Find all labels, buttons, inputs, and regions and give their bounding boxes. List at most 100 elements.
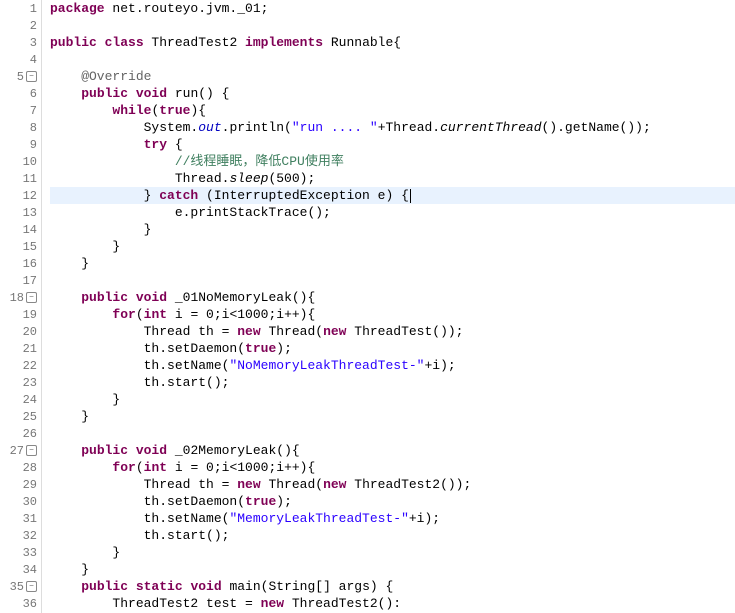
- line-number: 31: [15, 512, 37, 526]
- line-number: 5: [2, 70, 24, 84]
- line-number: 13: [15, 206, 37, 220]
- gutter-row: 29: [0, 476, 41, 493]
- code-line[interactable]: public void _02MemoryLeak(){: [50, 442, 735, 459]
- line-number: 12: [15, 189, 37, 203]
- code-line[interactable]: while(true){: [50, 102, 735, 119]
- line-number: 17: [15, 274, 37, 288]
- code-line[interactable]: package net.routeyo.jvm._01;: [50, 0, 735, 17]
- line-number: 23: [15, 376, 37, 390]
- gutter-row: 12: [0, 187, 41, 204]
- line-number: 15: [15, 240, 37, 254]
- line-number: 3: [15, 36, 37, 50]
- line-number: 28: [15, 461, 37, 475]
- line-number: 20: [15, 325, 37, 339]
- gutter-row: 6: [0, 85, 41, 102]
- code-line[interactable]: [50, 51, 735, 68]
- gutter-row: 4: [0, 51, 41, 68]
- line-number: 24: [15, 393, 37, 407]
- code-line[interactable]: }: [50, 561, 735, 578]
- gutter-row: 26: [0, 425, 41, 442]
- gutter-row: 27−: [0, 442, 41, 459]
- text-cursor-icon: [410, 189, 411, 203]
- line-number: 29: [15, 478, 37, 492]
- code-editor[interactable]: package net.routeyo.jvm._01; public clas…: [42, 0, 735, 613]
- gutter-row: 11: [0, 170, 41, 187]
- code-line[interactable]: Thread th = new Thread(new ThreadTest())…: [50, 323, 735, 340]
- line-number: 30: [15, 495, 37, 509]
- gutter-row: 22: [0, 357, 41, 374]
- line-number: 19: [15, 308, 37, 322]
- gutter-row: 13: [0, 204, 41, 221]
- code-line[interactable]: public class ThreadTest2 implements Runn…: [50, 34, 735, 51]
- line-number: 1: [15, 2, 37, 16]
- code-line[interactable]: ThreadTest2 test = new ThreadTest2():: [50, 595, 735, 612]
- fold-minus-icon[interactable]: −: [26, 292, 37, 303]
- code-line[interactable]: }: [50, 238, 735, 255]
- code-line[interactable]: //线程睡眠，降低CPU使用率: [50, 153, 735, 170]
- code-line-active[interactable]: } catch (InterruptedException e) {: [50, 187, 735, 204]
- gutter-row: 23: [0, 374, 41, 391]
- code-line[interactable]: public void _01NoMemoryLeak(){: [50, 289, 735, 306]
- gutter-row: 33: [0, 544, 41, 561]
- code-line[interactable]: for(int i = 0;i<1000;i++){: [50, 459, 735, 476]
- line-number: 7: [15, 104, 37, 118]
- gutter-row: 19: [0, 306, 41, 323]
- fold-minus-icon[interactable]: −: [26, 71, 37, 82]
- gutter-row: 10: [0, 153, 41, 170]
- code-line[interactable]: e.printStackTrace();: [50, 204, 735, 221]
- code-line[interactable]: for(int i = 0;i<1000;i++){: [50, 306, 735, 323]
- line-number: 25: [15, 410, 37, 424]
- gutter-row: 3: [0, 34, 41, 51]
- gutter-row: 17: [0, 272, 41, 289]
- gutter-row: 34: [0, 561, 41, 578]
- code-line[interactable]: System.out.println("run .... "+Thread.cu…: [50, 119, 735, 136]
- line-number: 10: [15, 155, 37, 169]
- code-line[interactable]: public static void main(String[] args) {: [50, 578, 735, 595]
- code-line[interactable]: [50, 272, 735, 289]
- gutter-row: 30: [0, 493, 41, 510]
- code-line[interactable]: }: [50, 391, 735, 408]
- line-number: 21: [15, 342, 37, 356]
- code-line[interactable]: th.setName("MemoryLeakThreadTest-"+i);: [50, 510, 735, 527]
- gutter-row: 31: [0, 510, 41, 527]
- code-line[interactable]: try {: [50, 136, 735, 153]
- line-number: 14: [15, 223, 37, 237]
- gutter-row: 36: [0, 595, 41, 612]
- fold-minus-icon[interactable]: −: [26, 445, 37, 456]
- gutter-row: 1: [0, 0, 41, 17]
- line-number: 2: [15, 19, 37, 33]
- line-number: 33: [15, 546, 37, 560]
- line-number: 36: [15, 597, 37, 611]
- code-line[interactable]: @Override: [50, 68, 735, 85]
- code-line[interactable]: th.start();: [50, 374, 735, 391]
- line-number-gutter: 1 2 3 4 5− 6 7 8 9 10 11 12 13 14 15 16 …: [0, 0, 42, 613]
- fold-minus-icon[interactable]: −: [26, 581, 37, 592]
- code-line[interactable]: th.start();: [50, 527, 735, 544]
- gutter-row: 16: [0, 255, 41, 272]
- code-line[interactable]: }: [50, 408, 735, 425]
- gutter-row: 24: [0, 391, 41, 408]
- gutter-row: 35−: [0, 578, 41, 595]
- code-line[interactable]: Thread.sleep(500);: [50, 170, 735, 187]
- line-number: 26: [15, 427, 37, 441]
- gutter-row: 7: [0, 102, 41, 119]
- code-line[interactable]: }: [50, 221, 735, 238]
- line-number: 4: [15, 53, 37, 67]
- line-number: 9: [15, 138, 37, 152]
- code-line[interactable]: [50, 425, 735, 442]
- line-number: 18: [2, 291, 24, 305]
- code-line[interactable]: }: [50, 255, 735, 272]
- code-line[interactable]: th.setDaemon(true);: [50, 340, 735, 357]
- code-line[interactable]: }: [50, 544, 735, 561]
- code-line[interactable]: Thread th = new Thread(new ThreadTest2()…: [50, 476, 735, 493]
- gutter-row: 9: [0, 136, 41, 153]
- code-line[interactable]: public void run() {: [50, 85, 735, 102]
- line-number: 8: [15, 121, 37, 135]
- code-line[interactable]: th.setName("NoMemoryLeakThreadTest-"+i);: [50, 357, 735, 374]
- code-line[interactable]: th.setDaemon(true);: [50, 493, 735, 510]
- code-line[interactable]: [50, 17, 735, 34]
- gutter-row: 20: [0, 323, 41, 340]
- line-number: 27: [2, 444, 24, 458]
- gutter-row: 5−: [0, 68, 41, 85]
- line-number: 16: [15, 257, 37, 271]
